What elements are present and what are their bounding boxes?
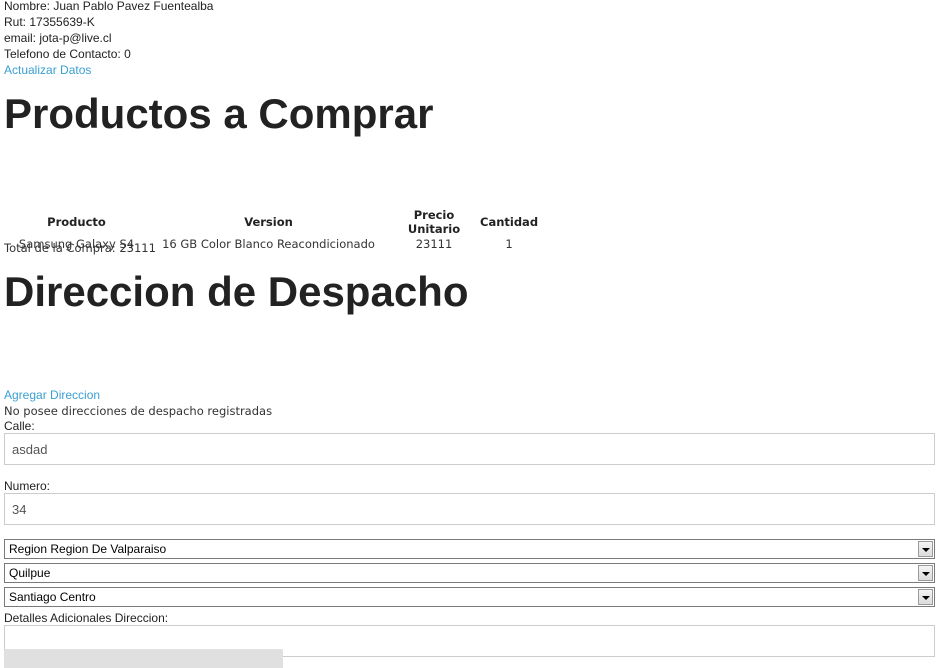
region-select[interactable]: Region Region De Valparaiso [4,539,935,559]
user-phone: Telefono de Contacto: 0 [4,47,131,61]
products-heading: Productos a Comprar [4,90,434,137]
user-name: Nombre: Juan Pablo Pavez Fuentealba [4,0,214,13]
city-select[interactable]: Santiago Centro [4,587,935,607]
chevron-down-icon[interactable] [918,589,933,605]
street-input[interactable] [4,433,935,465]
street-label: Calle: [4,419,35,433]
shipping-heading: Direccion de Despacho [4,268,469,315]
cell-precio: 23111 [415,237,453,251]
add-address-link[interactable]: Agregar Direccion [4,387,100,403]
update-data-link[interactable]: Actualizar Datos [4,62,91,78]
header-cantidad: Cantidad [480,215,539,229]
no-addresses-message: No posee direcciones de despacho registr… [4,404,273,418]
comuna-select-value: Quilpue [9,566,51,580]
number-input[interactable] [4,493,935,525]
chevron-down-icon[interactable] [918,541,933,557]
header-precio-unitario: Precio Unitario [407,208,461,236]
horizontal-scrollbar[interactable] [4,649,283,668]
user-email: email: jota-p@live.cl [4,31,112,45]
region-select-value: Region Region De Valparaiso [9,542,167,556]
purchase-total: Total de la Compra: 23111 [4,241,156,255]
details-label: Detalles Adicionales Direccion: [4,611,169,625]
number-label: Numero: [4,479,51,493]
cell-version: 16 GB Color Blanco Reacondicionado [162,237,375,251]
cell-cantidad: 1 [505,237,513,251]
comuna-select[interactable]: Quilpue [4,563,935,583]
products-table-header: Producto Version Precio Unitario Cantida… [4,208,538,236]
chevron-down-icon[interactable] [918,565,933,581]
header-producto: Producto [47,215,106,229]
header-version: Version [244,215,293,229]
user-rut: Rut: 17355639-K [4,15,95,29]
city-select-value: Santiago Centro [9,590,96,604]
